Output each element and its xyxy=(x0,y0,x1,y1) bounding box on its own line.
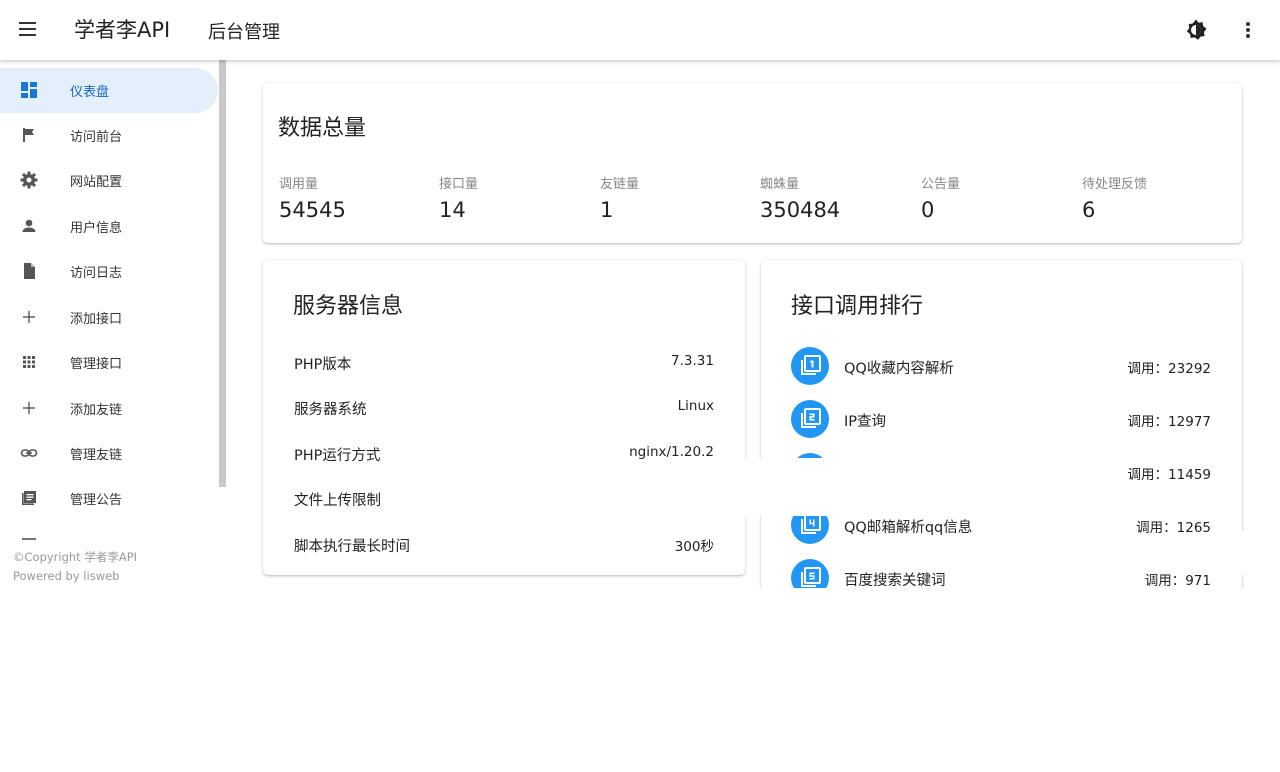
sidebar-item-label: 仪表盘 xyxy=(70,85,110,100)
info-label: PHP运行方式 xyxy=(294,448,381,464)
totals-title: 数据总量 xyxy=(278,116,367,141)
more-vertical-icon[interactable] xyxy=(1238,18,1258,42)
flag-icon xyxy=(19,125,39,145)
sidebar-item-label: 访问前台 xyxy=(70,130,123,145)
page-subtitle: 后台管理 xyxy=(208,22,280,43)
rank-2-icon xyxy=(791,400,829,438)
sidebar-item-manage-api[interactable]: 管理接口 xyxy=(0,340,218,385)
ranking-count: 调用：23292 xyxy=(1127,361,1211,377)
render-glitch-overlay xyxy=(745,458,957,516)
sidebar: 仪表盘 访问前台 网站配置 用户信息 访问日志 添加接口 管理接口 添加友链 管… xyxy=(0,60,226,587)
stat-label: 蜘蛛量 xyxy=(760,177,800,192)
info-value: 300秒 xyxy=(674,539,714,555)
sidebar-item-user-info[interactable]: 用户信息 xyxy=(0,204,218,249)
stat-value: 54545 xyxy=(279,198,346,222)
sidebar-item-partial xyxy=(22,538,36,540)
stat-label: 公告量 xyxy=(921,177,961,192)
info-label: 服务器系统 xyxy=(294,402,367,418)
info-value: 7.3.31 xyxy=(671,353,714,369)
stat-label: 待处理反馈 xyxy=(1082,177,1148,192)
sidebar-item-add-link[interactable]: 添加友链 xyxy=(0,386,218,431)
sidebar-item-label: 管理接口 xyxy=(70,357,123,372)
ranking-name: QQ收藏内容解析 xyxy=(844,361,954,377)
person-icon xyxy=(19,216,39,236)
sidebar-item-frontend[interactable]: 访问前台 xyxy=(0,113,218,158)
ranking-count: 调用：971 xyxy=(1144,573,1211,589)
ranking-item[interactable]: QQ收藏内容解析 调用：23292 xyxy=(791,347,1211,387)
sidebar-item-label: 添加友链 xyxy=(70,403,123,418)
info-label: 文件上传限制 xyxy=(294,493,381,509)
ranking-count: 调用：12977 xyxy=(1127,414,1211,430)
server-info-card: 服务器信息 PHP版本 7.3.31 服务器系统 Linux PHP运行方式 n… xyxy=(263,260,745,575)
render-glitch-overlay xyxy=(0,588,1280,772)
sidebar-item-add-api[interactable]: 添加接口 xyxy=(0,295,218,340)
stat-apis: 接口量 14 xyxy=(439,173,478,222)
stat-label: 调用量 xyxy=(279,177,319,192)
sidebar-item-label: 网站配置 xyxy=(70,175,123,190)
api-ranking-title: 接口调用排行 xyxy=(791,294,924,319)
ranking-item[interactable]: IP查询 调用：12977 xyxy=(791,400,1211,440)
sidebar-item-label: 管理公告 xyxy=(70,493,123,508)
sidebar-item-manage-notice[interactable]: 管理公告 xyxy=(0,476,218,521)
footer-copyright: ©Copyright 学者李API xyxy=(13,550,138,564)
sidebar-item-site-config[interactable]: 网站配置 xyxy=(0,158,218,203)
sidebar-item-manage-link[interactable]: 管理友链 xyxy=(0,431,218,476)
info-row-php-mode: PHP运行方式 nginx/1.20.2 xyxy=(294,444,714,468)
stat-spiders: 蜘蛛量 350484 xyxy=(760,173,840,222)
file-icon xyxy=(19,261,39,281)
ranking-count: 调用：11459 xyxy=(1127,467,1211,483)
stat-value: 6 xyxy=(1082,198,1096,222)
sidebar-scrollbar[interactable] xyxy=(219,60,226,487)
theme-toggle-icon[interactable] xyxy=(1184,18,1208,42)
ranking-name: IP查询 xyxy=(844,414,887,430)
stat-value: 1 xyxy=(600,198,614,222)
server-info-title: 服务器信息 xyxy=(293,294,404,319)
stat-label: 接口量 xyxy=(439,177,479,192)
info-row-upload-limit: 文件上传限制 xyxy=(294,489,714,513)
hamburger-menu-icon[interactable] xyxy=(18,19,38,41)
app-brand[interactable]: 学者李API xyxy=(74,14,170,44)
dashboard-icon xyxy=(19,80,39,100)
stat-value: 0 xyxy=(921,198,935,222)
sidebar-item-label: 管理友链 xyxy=(70,448,123,463)
info-value: nginx/1.20.2 xyxy=(629,444,714,460)
sidebar-item-label: 访问日志 xyxy=(70,266,123,281)
stat-notices: 公告量 0 xyxy=(921,173,960,222)
stat-feedback: 待处理反馈 6 xyxy=(1082,173,1147,222)
article-icon xyxy=(19,488,39,508)
rank-1-icon xyxy=(791,347,829,385)
plus-icon xyxy=(19,398,39,418)
info-value: Linux xyxy=(677,398,714,414)
info-label: PHP版本 xyxy=(294,357,352,373)
sidebar-item-dashboard[interactable]: 仪表盘 xyxy=(0,68,218,113)
app-bar: 学者李API 后台管理 xyxy=(0,0,1280,60)
footer-powered-by: Powered by lisweb xyxy=(13,569,120,583)
ranking-name: QQ邮箱解析qq信息 xyxy=(844,520,973,536)
stat-value: 350484 xyxy=(760,198,841,222)
sidebar-footer: ©Copyright 学者李API Powered by lisweb xyxy=(13,548,137,586)
stat-value: 14 xyxy=(439,198,466,222)
info-label: 脚本执行最长时间 xyxy=(294,539,410,555)
render-glitch-overlay xyxy=(957,480,1107,516)
sidebar-item-access-log[interactable]: 访问日志 xyxy=(0,249,218,294)
plus-icon xyxy=(19,307,39,327)
ranking-name: 百度搜索关键词 xyxy=(844,573,946,589)
info-row-php-version: PHP版本 7.3.31 xyxy=(294,353,714,377)
api-ranking-card: 接口调用排行 QQ收藏内容解析 调用：23292 IP查询 调用：12977 调… xyxy=(761,260,1242,597)
info-row-max-exec-time: 脚本执行最长时间 300秒 xyxy=(294,535,714,559)
stat-links: 友链量 1 xyxy=(600,173,639,222)
render-glitch-overlay xyxy=(1212,531,1280,575)
stat-label: 友链量 xyxy=(600,177,640,192)
sidebar-item-label: 添加接口 xyxy=(70,312,123,327)
sidebar-item-label: 用户信息 xyxy=(70,221,123,236)
stat-calls: 调用量 54545 xyxy=(279,173,346,222)
apps-grid-icon xyxy=(19,352,39,372)
ranking-count: 调用：1265 xyxy=(1136,520,1211,536)
info-row-os: 服务器系统 Linux xyxy=(294,398,714,422)
link-icon xyxy=(19,443,39,463)
totals-card: 数据总量 调用量 54545 接口量 14 友链量 1 蜘蛛量 350484 公… xyxy=(263,83,1242,243)
gear-icon xyxy=(19,170,39,190)
